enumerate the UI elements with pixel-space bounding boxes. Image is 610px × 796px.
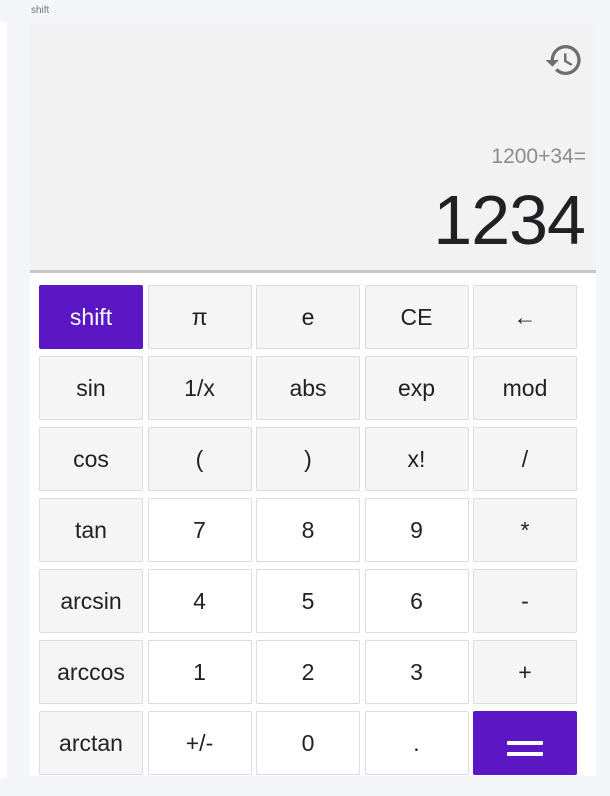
key-label: ) (304, 445, 312, 472)
cos-key[interactable]: cos (39, 427, 143, 491)
key-label: x! (407, 445, 426, 472)
digit-3-key[interactable]: 3 (364, 640, 469, 704)
key-label: shift (69, 303, 113, 330)
exp-key[interactable]: exp (364, 356, 469, 420)
digit-1-key[interactable]: 1 (147, 640, 252, 704)
key-label: exp (397, 374, 436, 401)
open-paren-key[interactable]: ( (147, 427, 252, 491)
key-label: arcsin (60, 587, 122, 614)
key-label: e (301, 303, 315, 330)
key-label: - (521, 587, 529, 614)
result-value: 1234 (433, 181, 586, 259)
arcsin-key[interactable]: arcsin (39, 569, 143, 633)
calculator: 1200+34= 1234 shift π e CE ← sin 1/x abs exp mod c… (30, 24, 596, 776)
factorial-key[interactable]: x! (364, 427, 469, 491)
backspace-key[interactable]: ← (473, 285, 577, 349)
key-label: 4 (193, 587, 206, 614)
key-label: CE (400, 303, 433, 330)
calculator-display: 1200+34= 1234 (30, 24, 596, 273)
mod-key[interactable]: mod (473, 356, 577, 420)
digit-7-key[interactable]: 7 (147, 498, 252, 562)
shift-key[interactable]: shift (39, 285, 143, 349)
key-label: 3 (410, 658, 423, 685)
digit-2-key[interactable]: 2 (256, 640, 360, 704)
digit-6-key[interactable]: 6 (364, 569, 469, 633)
sin-key[interactable]: sin (39, 356, 143, 420)
close-paren-key[interactable]: ) (256, 427, 360, 491)
key-label: cos (73, 445, 109, 472)
key-label: * (520, 516, 530, 543)
digit-8-key[interactable]: 8 (256, 498, 360, 562)
add-key[interactable]: + (473, 640, 577, 704)
arccos-key[interactable]: arccos (39, 640, 143, 704)
e-key[interactable]: e (256, 285, 360, 349)
key-label: 9 (410, 516, 423, 543)
pi-key[interactable]: π (147, 285, 252, 349)
key-label: 1 (193, 658, 206, 685)
key-label: 7 (193, 516, 206, 543)
key-label: tan (75, 516, 107, 543)
subtract-key[interactable]: - (473, 569, 577, 633)
digit-4-key[interactable]: 4 (147, 569, 252, 633)
tan-key[interactable]: tan (39, 498, 143, 562)
key-label: sin (76, 374, 106, 401)
history-button[interactable] (544, 40, 584, 80)
page: shift 1200+34= 1234 shift π e CE ← sin 1/x abs e… (0, 0, 610, 796)
key-label: 6 (410, 587, 423, 614)
arctan-key[interactable]: arctan (39, 711, 143, 775)
abs-key[interactable]: abs (256, 356, 360, 420)
key-label: 0 (301, 729, 315, 756)
key-label: abs (289, 374, 327, 401)
reciprocal-key[interactable]: 1/x (147, 356, 252, 420)
key-label: arccos (57, 658, 125, 685)
left-edge-panel (0, 22, 7, 778)
key-label: 8 (301, 516, 315, 543)
key-label: 1/x (184, 374, 215, 401)
key-label: 5 (301, 587, 315, 614)
digit-5-key[interactable]: 5 (256, 569, 360, 633)
clear-entry-key[interactable]: CE (364, 285, 469, 349)
top-caption: shift (31, 5, 50, 16)
equals-icon (507, 740, 543, 756)
key-label: 2 (301, 658, 315, 685)
digit-0-key[interactable]: 0 (256, 711, 360, 775)
expression-text: 1200+34= (491, 145, 586, 168)
keypad: shift π e CE ← sin 1/x abs exp mod cos () x! / tan 7 8 9 *… (39, 285, 577, 775)
equals-key[interactable]: = (473, 711, 577, 775)
digit-9-key[interactable]: 9 (364, 498, 469, 562)
key-label: arctan (59, 729, 123, 756)
multiply-key[interactable]: * (473, 498, 577, 562)
decimal-key[interactable]: . (364, 711, 469, 775)
key-label: π (191, 303, 208, 330)
history-icon (545, 45, 581, 76)
key-label: ( (195, 445, 204, 472)
negate-key[interactable]: +/- (147, 711, 252, 775)
key-label: + (518, 658, 532, 685)
key-label: . (413, 729, 420, 756)
key-label: +/- (185, 729, 214, 756)
key-label: ← (513, 303, 537, 330)
key-label: mod (502, 374, 548, 401)
key-label: / (521, 445, 529, 472)
divide-key[interactable]: / (473, 427, 577, 491)
